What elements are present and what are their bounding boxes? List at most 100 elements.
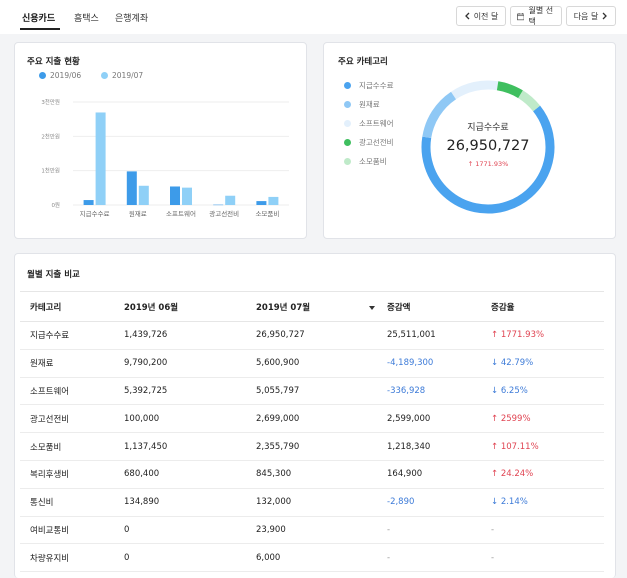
category-card: 주요 카테고리 지급수수료 원재료 소프트웨어 광고선전비 소모품비 지급수수료…: [323, 42, 616, 239]
cell-category: 광고선전비: [20, 404, 124, 434]
cell-jul: 845,300: [256, 460, 387, 489]
donut-center-change: ↑ 1771.93%: [467, 160, 509, 168]
bar-2019-06: [83, 200, 94, 205]
tab-bank-account[interactable]: 은행계좌: [115, 11, 148, 24]
cell-jul: 23,900: [256, 516, 387, 545]
table-row: 소프트웨어 5,392,725 5,055,797 -336,928 ↓ 6.2…: [20, 377, 604, 406]
cell-diff: 164,900: [387, 460, 491, 489]
cell-diff: 2,599,000: [387, 404, 491, 434]
compare-table: 카테고리 2019년 06월 2019년 07월 증감액 증감율 지급수수료 1…: [20, 291, 604, 573]
x-tick-label: 광고선전비: [209, 209, 239, 218]
table-row: 소모품비 1,137,450 2,355,790 1,218,340 ↑ 107…: [20, 432, 604, 461]
cell-rate: ↑ 2599%: [491, 404, 604, 434]
tab-hometax[interactable]: 흠택스: [74, 11, 99, 24]
top-bar: 신용카드 흠택스 은행계좌 이전 달 월별 선택 다음 달: [0, 0, 627, 34]
cell-category: 여비교통비: [20, 516, 124, 545]
cell-jul: 2,355,790: [256, 432, 387, 461]
cell-jul: 132,000: [256, 488, 387, 517]
table-row: 차량유지비 0 6,000 - -: [20, 543, 604, 573]
donut-slice: [451, 80, 499, 100]
donut-center-value: 26,950,727: [446, 138, 530, 154]
month-select-button[interactable]: 월별 선택: [510, 6, 562, 26]
table-row: 복리후생비 680,400 845,300 164,900 ↑ 24.24%: [20, 460, 604, 489]
caret-down-icon[interactable]: [369, 305, 376, 310]
y-tick-label: 2천만원: [41, 132, 60, 140]
donut-slice: [496, 81, 523, 99]
table-row: 통신비 134,890 132,000 -2,890 ↓ 2.14%: [20, 488, 604, 517]
cell-category: 차량유지비: [20, 543, 124, 573]
donut-slice: [518, 90, 541, 112]
header-jun: 2019년 06월: [124, 291, 256, 322]
prev-month-button[interactable]: 이전 달: [456, 6, 506, 26]
cell-rate: ↓ 2.14%: [491, 488, 604, 517]
cell-diff: -4,189,300: [387, 349, 491, 378]
cell-category: 지급수수료: [20, 321, 124, 350]
cell-category: 복리후생비: [20, 460, 124, 489]
cell-rate: ↓ 6.25%: [491, 377, 604, 406]
spending-bar-chart: 0원 1천만원 2천만원 3천만원지급수수료 원재료 소프트웨어 광고선전비 소모품비: [41, 98, 289, 218]
header-category: 카테고리: [20, 291, 124, 322]
x-tick-label: 소모품비: [255, 209, 279, 218]
tab-credit-card[interactable]: 신용카드: [22, 11, 55, 24]
cell-jun: 1,439,726: [124, 321, 256, 350]
cell-jul: 6,000: [256, 543, 387, 573]
donut-center-label: 지급수수료: [467, 123, 509, 133]
cell-rate: ↑ 24.24%: [491, 460, 604, 489]
cell-rate: ↑ 107.11%: [491, 432, 604, 461]
cell-jul: 5,055,797: [256, 377, 387, 406]
cell-category: 소모품비: [20, 432, 124, 461]
next-month-button[interactable]: 다음 달: [566, 6, 616, 26]
cell-jun: 5,392,725: [124, 377, 256, 406]
y-tick-label: 1천만원: [41, 167, 60, 175]
table-row: 원재료 9,790,200 5,600,900 -4,189,300 ↓ 42.…: [20, 349, 604, 378]
y-tick-label: 0원: [51, 201, 60, 209]
cell-jul: 2,699,000: [256, 404, 387, 434]
bar-2019-06: [213, 204, 224, 206]
cell-jun: 0: [124, 516, 256, 545]
cell-jun: 134,890: [124, 488, 256, 517]
y-tick-label: 3천만원: [41, 98, 60, 106]
cell-jun: 1,137,450: [124, 432, 256, 461]
cell-jun: 0: [124, 543, 256, 573]
x-tick-label: 원재료: [129, 209, 147, 218]
spending-card: 주요 지출 현황 2019/06 2019/07 0원 1천만원 2천만원 3천만원 지…: [14, 42, 307, 239]
compare-card-title: 월별 지출 비교: [27, 270, 80, 280]
x-tick-label: 지급수수료: [80, 209, 110, 218]
cell-diff: 25,511,001: [387, 321, 491, 350]
table-header-row: 카테고리 2019년 06월 2019년 07월 증감액 증감율: [20, 291, 604, 322]
bar-2019-07: [182, 187, 192, 205]
cell-category: 원재료: [20, 349, 124, 378]
bar-2019-07: [225, 195, 236, 205]
cell-diff: -: [387, 516, 491, 545]
table-row: 광고선전비 100,000 2,699,000 2,599,000 ↑ 2599…: [20, 404, 604, 434]
header-rate: 증감율: [491, 291, 604, 322]
header-jul[interactable]: 2019년 07월: [256, 291, 387, 322]
cell-jul: 26,950,727: [256, 321, 387, 350]
chevron-right-icon: [602, 12, 608, 20]
cell-diff: -2,890: [387, 488, 491, 517]
cell-diff: -: [387, 543, 491, 573]
cell-jun: 680,400: [124, 460, 256, 489]
cell-rate: ↓ 42.79%: [491, 349, 604, 378]
header-diff: 증감액: [387, 291, 491, 322]
cell-jun: 100,000: [124, 404, 256, 434]
bar-2019-07: [95, 112, 106, 205]
bar-2019-07: [268, 196, 279, 205]
active-tab-indicator: [20, 28, 60, 30]
cell-diff: -336,928: [387, 377, 491, 406]
chevron-left-icon: [464, 12, 470, 20]
bar-2019-07: [138, 185, 149, 205]
cell-rate: -: [491, 516, 604, 545]
x-tick-label: 소프트웨어: [166, 209, 196, 218]
bar-2019-06: [170, 186, 180, 205]
cell-jul: 5,600,900: [256, 349, 387, 378]
donut-center-summary: 지급수수료 26,950,727 ↑ 1771.93%: [428, 120, 548, 168]
cell-category: 통신비: [20, 488, 124, 517]
cell-diff: 1,218,340: [387, 432, 491, 461]
cell-jun: 9,790,200: [124, 349, 256, 378]
cell-category: 소프트웨어: [20, 377, 124, 406]
bar-2019-06: [256, 201, 267, 205]
calendar-icon: [517, 12, 525, 20]
cell-rate: ↑ 1771.93%: [491, 321, 604, 350]
bar-2019-06: [126, 171, 137, 205]
